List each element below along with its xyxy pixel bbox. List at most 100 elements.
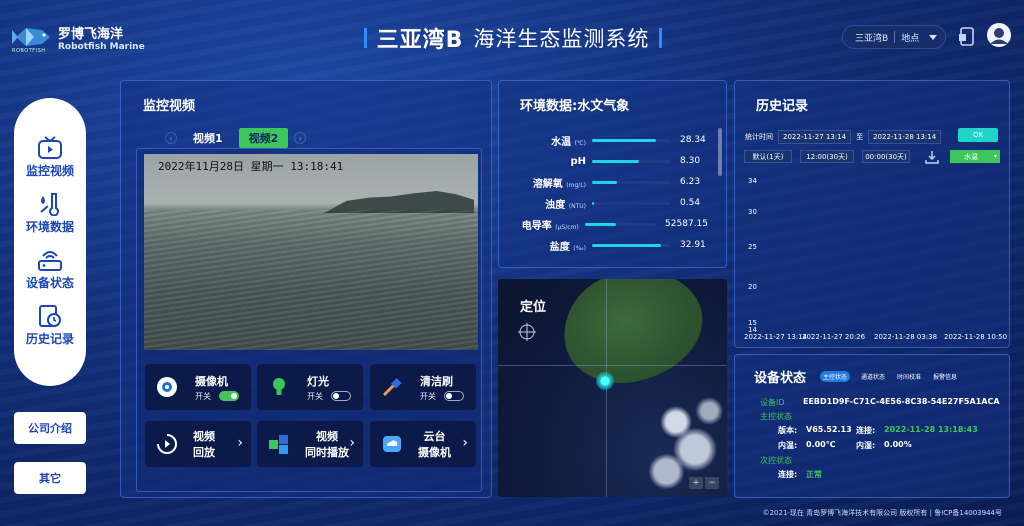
grid-play-icon [269,435,288,454]
env-name: 电导率 (μS/cm) [512,217,579,232]
chevron-left-icon[interactable]: ‹ [165,132,177,144]
connect-time: 2022-11-28 13:18:43 [884,425,978,434]
zoom-out-icon[interactable]: − [705,477,719,489]
map-zoom: + − [689,477,719,489]
history-panel [734,80,1010,348]
avatar-icon[interactable] [987,23,1011,47]
env-value: 6.23 [680,177,701,187]
location-marker-icon [596,372,614,390]
version-value: V65.52.13 [806,425,852,434]
env-panel-title: 环境数据:水文气象 [520,99,630,114]
video-feed[interactable]: 2022年11月28日 星期一 13:18:41 [144,154,478,350]
chevron-right-icon: › [237,435,243,451]
y-tick-label: 30 [748,208,757,216]
env-value: 28.34 [680,135,706,145]
tab-alarm-info[interactable]: 报警信息 [930,371,960,382]
tab-video2[interactable]: 视频2 [238,128,289,148]
video-timestamp: 2022年11月28日 星期一 13:18:41 [158,160,344,173]
camera-toggle[interactable] [219,391,239,401]
sub-status-label: 次控状态 [760,456,792,465]
camera-control: 摄像机 开关 [145,364,251,410]
env-name-text: 盐度 [549,241,570,253]
env-level-fill [592,201,595,205]
caret-down-icon: ▾ [993,153,997,160]
start-time-input[interactable]: 2022-11-27 13:14 [778,130,852,144]
tab-channel-status[interactable]: 通道状态 [858,371,888,382]
metric-select[interactable]: 水温 ▾ [950,150,1000,163]
title-site: 三亚湾B [376,28,464,53]
tv-icon [37,136,62,159]
env-row: 电导率 (μS/cm) 52587.15 [512,216,708,232]
preset-noon-button[interactable]: 12:00(30天) [800,150,854,163]
simul-line2: 同时播放 [305,446,349,459]
title-bar-left [363,28,367,48]
env-row: pH 8.30 [512,153,708,169]
nav-item-env[interactable]: 环境数据 [26,192,74,242]
footer-copyright: ©2021-现在 青岛罗博飞海洋技术有限公司 版权所有 | 鲁ICP备14003… [762,509,1002,517]
ptz-camera-button[interactable]: 云台 摄像机 › [370,421,476,467]
tab-time-calibration[interactable]: 时间校准 [894,371,924,382]
env-level-bar [592,180,670,184]
company-intro-button[interactable]: 公司介绍 [14,412,86,444]
other-button[interactable]: 其它 [14,462,86,494]
nav-item-video[interactable]: 监控视频 [26,136,74,186]
env-level-bar [592,138,670,142]
inner-humidity-value: 0.00% [884,440,912,449]
brush-control: 清洁刷 开关 [370,364,476,410]
brand-tag: ROBOTFISH [12,48,46,54]
ok-button[interactable]: OK [958,128,998,142]
location-label: 地点 [901,33,920,44]
env-row: 浊度 (NTU) 0.54 [512,195,708,211]
tab-video1[interactable]: 视频1 [183,128,233,148]
clock-doc-icon [38,305,61,327]
end-time-input[interactable]: 2022-11-28 13:14 [868,130,942,144]
env-level-fill [592,180,617,184]
env-value: 32.91 [680,240,706,250]
env-level-fill [592,243,661,247]
brush-toggle[interactable] [444,391,464,401]
device-panel-title: 设备状态 [754,371,807,386]
inner-temp-value: 0.00℃ [806,440,836,449]
main-status-label: 主控状态 [760,412,792,421]
env-value: 52587.15 [665,219,708,229]
env-name-text: 水温 [551,136,572,148]
inner-humidity-label: 内湿: [856,441,876,450]
simultaneous-play-button[interactable]: 视频 同时播放 › [257,421,363,467]
x-tick-label: 2022-11-28 10:50 [944,333,1008,341]
title-bar-right [659,28,663,48]
x-tick-label: 2022-11-27 20:26 [802,333,866,341]
zoom-in-icon[interactable]: + [689,477,703,489]
preset-default-button[interactable]: 默认(1天) [744,150,792,163]
chevron-right-icon[interactable]: › [294,132,307,144]
nav-item-device[interactable]: 设备状态 [26,248,74,298]
env-row: 水温 (℃) 28.34 [512,132,708,148]
connect-label: 连接: [856,426,876,435]
preset-midnight-button[interactable]: 00:00(30天) [862,150,910,163]
tab-main-status[interactable]: 主控状态 [820,371,851,382]
location-select[interactable]: 三亚湾B 地点 [842,25,946,49]
env-level-fill [592,138,656,142]
env-name-text: 电导率 [521,220,552,232]
playback-button[interactable]: 视频 回放 › [145,421,251,467]
simul-line1: 视频 [316,430,338,443]
device-id-value: EEBD1D9F-C71C-4E56-8C38-54E27F5A1ACA [803,397,1000,406]
location-value: 三亚湾B [855,33,889,44]
nav-item-label: 环境数据 [25,220,74,234]
light-toggle[interactable] [331,391,351,401]
download-icon[interactable] [925,150,939,164]
env-name: pH [512,156,586,167]
replay-icon [157,434,177,454]
ptz-line1: 云台 [423,430,446,443]
export-doc-icon[interactable] [958,26,976,48]
brand-logo: 罗博飞海洋 Robotfish Marine ROBOTFISH [12,22,145,54]
crosshair-icon[interactable] [518,323,536,341]
nav-item-history[interactable]: 历史记录 [26,304,74,354]
history-range: 统计时间 2022-11-27 13:14 至 2022-11-28 13:14 [745,130,942,144]
env-scrollbar[interactable] [718,128,722,176]
light-control: 灯光 开关 [257,364,363,410]
nav-item-label: 历史记录 [25,332,74,346]
env-name-text: 浊度 [545,199,566,211]
ptz-line2: 摄像机 [418,446,451,459]
page-title: 三亚湾B 海洋生态监测系统 [352,22,674,54]
brand-en: Robotfish Marine [58,41,145,52]
